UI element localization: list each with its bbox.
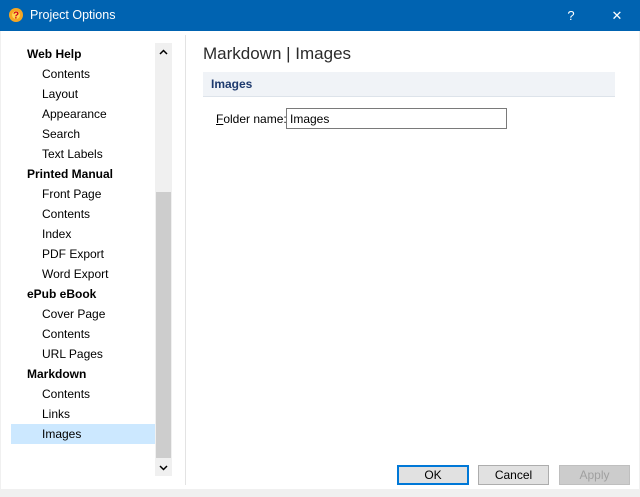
- tree-child-item[interactable]: Word Export: [11, 264, 155, 284]
- tree-child-item[interactable]: Images: [11, 424, 155, 444]
- dialog-body: Web Help Contents Layout Appearance Search Te…: [1, 31, 639, 489]
- chevron-up-icon: [159, 48, 168, 55]
- tree-child-item[interactable]: Contents: [11, 324, 155, 344]
- tree-child-item[interactable]: Contents: [11, 384, 155, 404]
- tree-group-item[interactable]: ePub eBook: [11, 284, 155, 304]
- app-icon: ?: [9, 8, 23, 22]
- tree-child-item[interactable]: Appearance: [11, 104, 155, 124]
- help-icon: ?: [567, 8, 575, 23]
- options-tree: Web Help Contents Layout Appearance Search Te…: [11, 43, 172, 476]
- section-title: Images: [211, 77, 253, 91]
- scroll-thumb[interactable]: [156, 192, 171, 458]
- close-button[interactable]: ✕: [594, 0, 640, 31]
- window-title: Project Options: [30, 8, 116, 22]
- cancel-button[interactable]: Cancel: [478, 465, 549, 485]
- tree-child-item[interactable]: Index: [11, 224, 155, 244]
- tree-child-item[interactable]: Text Labels: [11, 144, 155, 164]
- tree-child-item[interactable]: Front Page: [11, 184, 155, 204]
- svg-text:?: ?: [13, 11, 19, 22]
- tree-child-item[interactable]: Cover Page: [11, 304, 155, 324]
- help-button[interactable]: ?: [548, 0, 594, 31]
- scroll-down-button[interactable]: [155, 459, 172, 476]
- tree-child-item[interactable]: URL Pages: [11, 344, 155, 364]
- tree-child-item[interactable]: Search: [11, 124, 155, 144]
- tree-group-item[interactable]: Web Help: [11, 44, 155, 64]
- tree-child-item[interactable]: PDF Export: [11, 244, 155, 264]
- tree-child-item[interactable]: Contents: [11, 64, 155, 84]
- tree-scrollbar[interactable]: [155, 43, 172, 476]
- page-title: Markdown | Images: [203, 44, 352, 63]
- tree-group-item[interactable]: Markdown: [11, 364, 155, 384]
- section-header: Images: [203, 72, 615, 97]
- title-bar: ? Project Options ? ✕: [0, 0, 640, 31]
- scroll-up-button[interactable]: [155, 43, 172, 60]
- apply-button[interactable]: Apply: [559, 465, 630, 485]
- pane-divider: [185, 35, 186, 485]
- folder-name-label: Folder name:: [216, 112, 287, 126]
- tree-child-item[interactable]: Contents: [11, 204, 155, 224]
- close-icon: ✕: [611, 7, 623, 23]
- tree-group-item[interactable]: Printed Manual: [11, 164, 155, 184]
- tree-child-item[interactable]: Links: [11, 404, 155, 424]
- folder-name-input[interactable]: [286, 108, 507, 129]
- chevron-down-icon: [159, 464, 168, 471]
- ok-button[interactable]: OK: [397, 465, 469, 485]
- tree-child-item[interactable]: Layout: [11, 84, 155, 104]
